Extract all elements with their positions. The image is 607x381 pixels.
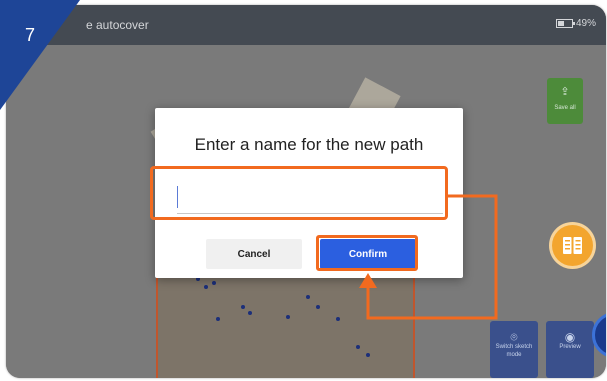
battery-icon <box>555 19 575 28</box>
dialog-title: Enter a name for the new path <box>194 135 424 154</box>
app-title: e autocover <box>86 18 149 32</box>
battery-indicator: 49% <box>555 18 596 29</box>
switch-sketch-button[interactable]: ⌾ Switch sketch mode <box>490 321 538 378</box>
preview-label: Preview <box>559 344 581 351</box>
battery-percent: 49% <box>575 18 596 29</box>
step-number: 7 <box>25 25 36 45</box>
save-all-label: Save all <box>554 105 576 112</box>
preview-button[interactable]: ◉ Preview <box>546 321 594 378</box>
book-icon <box>563 237 582 254</box>
input-highlight-frame <box>150 166 448 220</box>
save-all-button[interactable]: ⇪ Save all <box>547 78 583 124</box>
confirm-highlight-frame <box>316 235 418 271</box>
cancel-button[interactable]: Cancel <box>206 239 302 269</box>
upload-icon: ⇪ <box>560 86 570 98</box>
help-book-button[interactable] <box>552 225 593 266</box>
app-bar: e autocover 49% <box>6 5 606 45</box>
step-badge: 7 <box>0 0 80 110</box>
switch-sketch-label: Switch sketch mode <box>495 344 533 358</box>
eye-icon: ◉ <box>564 330 576 344</box>
battery-fill <box>557 21 564 26</box>
location-pin-icon: ⌾ <box>510 330 518 344</box>
step-corner-shape <box>0 0 80 110</box>
